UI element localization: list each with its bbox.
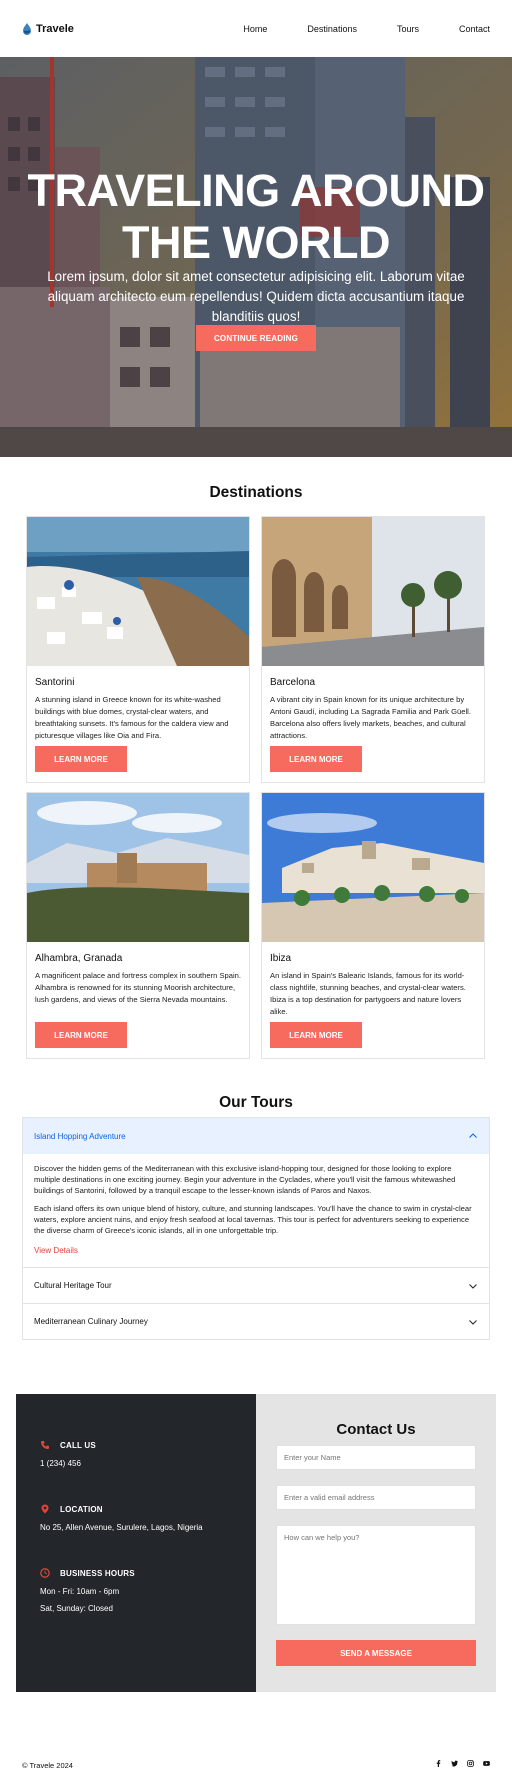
name-input[interactable] xyxy=(276,1445,476,1470)
logo-icon xyxy=(23,22,31,35)
santorini-image xyxy=(27,517,249,666)
tour-details-island-hopping: Discover the hidden gems of the Mediterr… xyxy=(23,1154,489,1267)
phone-icon xyxy=(41,1441,49,1449)
call-us-block: CALL US 1 (234) 456 xyxy=(40,1440,96,1469)
weekend-hours: Sat, Sunday: Closed xyxy=(40,1604,113,1613)
learn-more-button[interactable]: LEARN MORE xyxy=(35,746,127,772)
hero-title-line-1: TRAVELING AROUND xyxy=(27,165,486,216)
destination-name: Alhambra, Granada xyxy=(35,953,123,964)
tour-paragraph-2: Each island offers its own unique blend … xyxy=(34,1204,472,1235)
destination-description: A magnificent palace and fortress comple… xyxy=(35,971,241,1004)
tour-header-island-hopping[interactable]: Island Hopping Adventure xyxy=(23,1118,489,1154)
learn-more-button[interactable]: LEARN MORE xyxy=(35,1022,127,1048)
destination-card-ibiza: Ibiza An island in Spain's Balearic Isla… xyxy=(261,792,485,1059)
social-links xyxy=(435,1760,490,1767)
hero-text: Lorem ipsum, dolor sit amet consectetur … xyxy=(47,269,465,324)
send-message-button[interactable]: SEND A MESSAGE xyxy=(276,1640,476,1666)
tours-accordion: Island Hopping Adventure Discover the hi… xyxy=(22,1117,490,1340)
email-input[interactable] xyxy=(276,1485,476,1510)
location-label: LOCATION xyxy=(60,1504,103,1514)
nav-link-contact[interactable]: Contact xyxy=(459,24,490,34)
clock-icon xyxy=(40,1568,50,1578)
ibiza-image xyxy=(262,793,484,942)
contact-title: Contact Us xyxy=(336,1421,416,1438)
contact-form-panel: Contact Us SEND A MESSAGE xyxy=(256,1394,496,1692)
location-pin-icon xyxy=(41,1504,49,1514)
destination-card-santorini: Santorini A stunning island in Greece kn… xyxy=(26,516,250,783)
hero-section: TRAVELING AROUND THE WORLD Lorem ipsum, … xyxy=(0,57,512,457)
hero-title-line-2: THE WORLD xyxy=(122,217,390,268)
destination-description: A stunning island in Greece known for it… xyxy=(35,695,229,740)
learn-more-button[interactable]: LEARN MORE xyxy=(270,746,362,772)
brand-link[interactable]: Travele xyxy=(22,22,74,35)
hero-content: TRAVELING AROUND THE WORLD Lorem ipsum, … xyxy=(0,57,512,457)
youtube-icon[interactable] xyxy=(483,1760,490,1767)
destination-card-alhambra: Alhambra, Granada A magnificent palace a… xyxy=(26,792,250,1059)
tours-title: Our Tours xyxy=(219,1094,293,1111)
destinations-title: Destinations xyxy=(209,484,303,501)
tour-paragraph-1: Discover the hidden gems of the Mediterr… xyxy=(34,1164,456,1195)
call-us-label: CALL US xyxy=(60,1440,96,1450)
contact-info-panel: CALL US 1 (234) 456 LOCATION No 25, Alle… xyxy=(16,1394,256,1692)
navbar: Travele Home Destinations Tours Contact xyxy=(0,0,512,57)
business-hours-label: BUSINESS HOURS xyxy=(60,1568,135,1578)
destination-description: A vibrant city in Spain known for its un… xyxy=(270,695,471,740)
chevron-down-icon xyxy=(469,1283,477,1289)
business-hours-block: BUSINESS HOURS Mon - Fri: 10am - 6pm Sat… xyxy=(40,1568,135,1613)
twitter-icon[interactable] xyxy=(451,1760,458,1767)
view-details-link[interactable]: View Details xyxy=(34,1245,78,1256)
destination-name: Ibiza xyxy=(270,953,292,964)
nav-link-tours[interactable]: Tours xyxy=(397,24,419,34)
nav-links: Home Destinations Tours Contact xyxy=(243,24,490,34)
destination-description: An island in Spain's Balearic Islands, f… xyxy=(270,971,466,1016)
message-textarea[interactable] xyxy=(276,1525,476,1625)
phone-number: 1 (234) 456 xyxy=(40,1459,81,1468)
alhambra-image xyxy=(27,793,249,942)
weekday-hours: Mon - Fri: 10am - 6pm xyxy=(40,1587,120,1596)
tour-title: Mediterranean Culinary Journey xyxy=(34,1317,148,1326)
destination-card-barcelona: Barcelona A vibrant city in Spain known … xyxy=(261,516,485,783)
barcelona-image xyxy=(262,517,484,666)
chevron-up-icon xyxy=(469,1133,477,1138)
instagram-icon[interactable] xyxy=(467,1760,474,1767)
learn-more-button[interactable]: LEARN MORE xyxy=(270,1022,362,1048)
destination-name: Santorini xyxy=(35,677,75,688)
nav-link-home[interactable]: Home xyxy=(243,24,267,34)
footer-copyright: © Travele 2024 xyxy=(22,1761,73,1770)
tour-header-culinary-journey[interactable]: Mediterranean Culinary Journey xyxy=(23,1303,489,1339)
destination-name: Barcelona xyxy=(270,677,316,688)
chevron-down-icon xyxy=(469,1319,477,1325)
facebook-icon[interactable] xyxy=(435,1760,442,1767)
tour-title: Cultural Heritage Tour xyxy=(34,1281,112,1290)
brand-name: Travele xyxy=(36,22,74,35)
location-block: LOCATION No 25, Allen Avenue, Surulere, … xyxy=(40,1504,203,1532)
hero-title: TRAVELING AROUND THE WORLD xyxy=(0,165,512,269)
nav-link-destinations[interactable]: Destinations xyxy=(307,24,357,34)
tour-title: Island Hopping Adventure xyxy=(34,1131,126,1141)
continue-reading-button[interactable]: CONTINUE READING xyxy=(196,325,316,351)
tour-header-cultural-heritage[interactable]: Cultural Heritage Tour xyxy=(23,1267,489,1303)
contact-section: CALL US 1 (234) 456 LOCATION No 25, Alle… xyxy=(16,1394,496,1692)
location-address: No 25, Allen Avenue, Surulere, Lagos, Ni… xyxy=(40,1523,203,1532)
